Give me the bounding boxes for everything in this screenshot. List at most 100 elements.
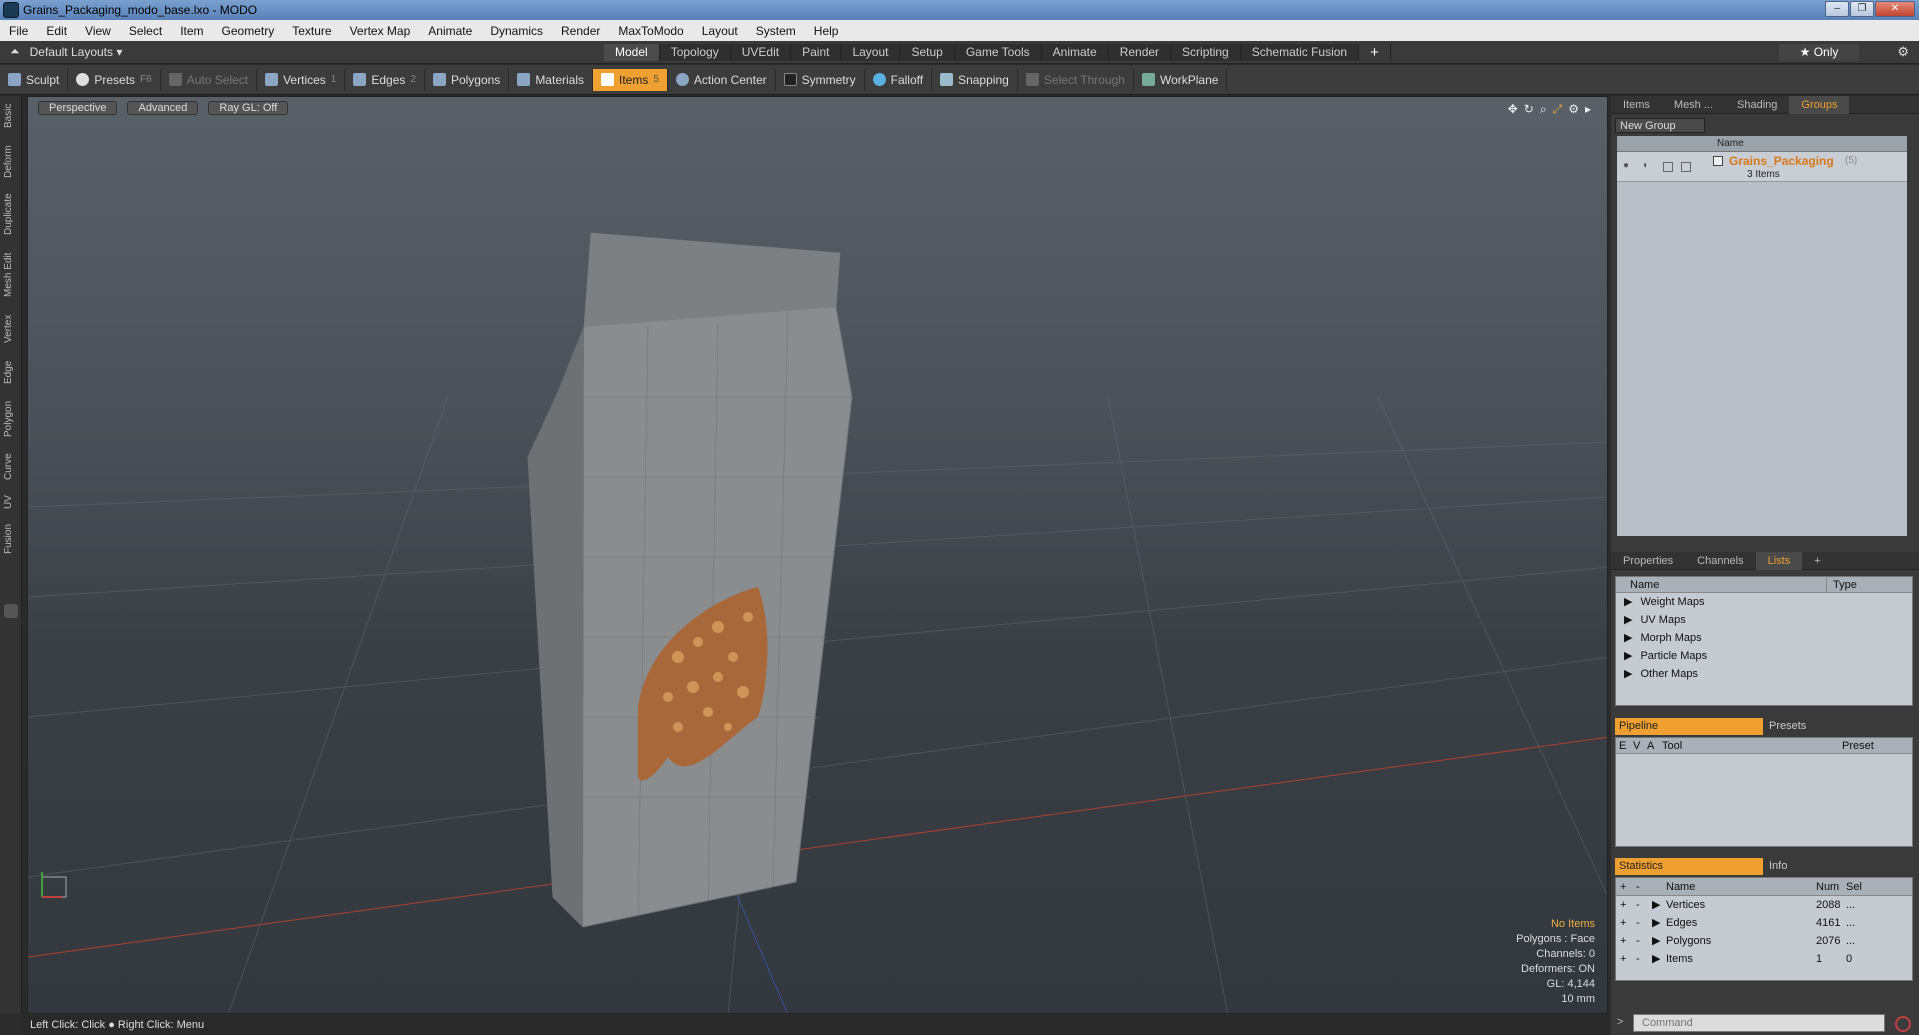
menu-select[interactable]: Select	[120, 24, 171, 38]
command-input[interactable]	[1633, 1014, 1885, 1032]
polygons-button[interactable]: Polygons	[425, 68, 510, 91]
remove-icon[interactable]: -	[1636, 932, 1652, 950]
expand-arrow-icon[interactable]: ▶	[1652, 914, 1666, 932]
tab-lists[interactable]: Lists	[1755, 551, 1803, 570]
menu-vertex-map[interactable]: Vertex Map	[341, 24, 420, 38]
tab-game-tools[interactable]: Game Tools	[954, 44, 1042, 61]
fit-view-icon[interactable]: ⤢	[1553, 102, 1563, 117]
group-row[interactable]: ● ◐ Grains_Packaging (5) 3 Items	[1617, 152, 1907, 182]
snapping-button[interactable]: Snapping	[932, 68, 1018, 91]
list-item-weight-maps[interactable]: ▶ Weight Maps	[1616, 593, 1912, 611]
add-icon[interactable]: +	[1620, 896, 1636, 914]
tab-layout[interactable]: Layout	[841, 44, 901, 61]
tab-topology[interactable]: Topology	[659, 44, 731, 61]
tab-model[interactable]: Model	[604, 44, 660, 61]
add-tab-icon[interactable]: +	[1359, 44, 1391, 61]
menu-layout[interactable]: Layout	[693, 24, 747, 38]
expand-toggle[interactable]	[4, 604, 18, 618]
tab-shading[interactable]: Shading	[1725, 96, 1789, 114]
tab-setup[interactable]: Setup	[900, 44, 955, 61]
tab-presets[interactable]: Presets	[1763, 718, 1913, 735]
select-through-button[interactable]: Select Through	[1018, 68, 1134, 91]
tab-properties[interactable]: Properties	[1611, 552, 1685, 570]
table-row[interactable]: + - ▶ Edges 4161...	[1616, 914, 1912, 932]
auto-select-button[interactable]: Auto Select	[161, 68, 258, 91]
expand-arrow-icon[interactable]: ▶	[1652, 932, 1666, 950]
rotate-view-icon[interactable]: ↻	[1524, 102, 1534, 117]
menu-geometry[interactable]: Geometry	[213, 24, 284, 38]
expand-arrow-icon[interactable]: ▶	[1652, 950, 1666, 968]
list-item-particle-maps[interactable]: ▶ Particle Maps	[1616, 647, 1912, 665]
presets-button[interactable]: Presets F6	[68, 68, 161, 91]
expand-arrow-icon[interactable]: ▶	[1652, 896, 1666, 914]
tab-paint[interactable]: Paint	[791, 44, 842, 61]
vtab-deform[interactable]: Deform	[3, 144, 19, 180]
vtab-mesh-edit[interactable]: Mesh Edit	[3, 250, 19, 300]
menu-item[interactable]: Item	[171, 24, 212, 38]
table-row[interactable]: + - ▶ Items 1 0	[1616, 950, 1912, 968]
falloff-button[interactable]: Falloff	[865, 68, 933, 91]
menu-help[interactable]: Help	[805, 24, 848, 38]
gear-icon[interactable]: ⚙	[1897, 44, 1909, 60]
menu-maxtomodo[interactable]: MaxToModo	[609, 24, 692, 38]
grains-package-model[interactable]	[527, 232, 853, 928]
remove-icon[interactable]: -	[1636, 950, 1652, 968]
tab-items[interactable]: Items	[1611, 96, 1662, 114]
add-icon[interactable]: +	[1620, 932, 1636, 950]
viewport-gear-icon[interactable]: ⚙	[1568, 102, 1579, 117]
minimize-button[interactable]: –	[1825, 1, 1849, 17]
list-item-other-maps[interactable]: ▶ Other Maps	[1616, 665, 1912, 683]
menu-texture[interactable]: Texture	[283, 24, 340, 38]
tab-statistics[interactable]: Statistics	[1615, 858, 1763, 875]
table-row[interactable]: + - ▶ Polygons 2076...	[1616, 932, 1912, 950]
vertices-button[interactable]: Vertices 1	[257, 68, 346, 91]
vtab-uv[interactable]: UV	[3, 492, 19, 512]
zoom-view-icon[interactable]: ⌕	[1540, 102, 1547, 117]
render-toggle-icon[interactable]: ◐	[1643, 160, 1649, 171]
tab-pipeline[interactable]: Pipeline	[1615, 718, 1763, 735]
vtab-fusion[interactable]: Fusion	[3, 522, 19, 556]
menu-animate[interactable]: Animate	[419, 24, 481, 38]
record-icon[interactable]	[1895, 1016, 1911, 1032]
new-group-button[interactable]: New Group	[1615, 118, 1705, 133]
table-row[interactable]: + - ▶ Vertices 2088...	[1616, 896, 1912, 914]
tab-uvedit[interactable]: UVEdit	[730, 44, 792, 61]
remove-icon[interactable]: -	[1636, 914, 1652, 932]
add-icon[interactable]: +	[1620, 950, 1636, 968]
maximize-button[interactable]: ❐	[1850, 1, 1874, 17]
only-button[interactable]: ★ Only	[1779, 44, 1859, 61]
vtab-duplicate[interactable]: Duplicate	[3, 190, 19, 238]
tab-groups[interactable]: Groups	[1789, 95, 1850, 114]
viewport-menu-arrow-icon[interactable]: ▸	[1585, 102, 1591, 117]
menu-file[interactable]: File	[0, 24, 37, 38]
tab-mesh[interactable]: Mesh ...	[1662, 96, 1725, 114]
tab-render[interactable]: Render	[1108, 44, 1172, 61]
visibility-eye-icon[interactable]: ●	[1623, 160, 1629, 171]
tab-animate[interactable]: Animate	[1041, 44, 1109, 61]
tab-channels[interactable]: Channels	[1685, 552, 1755, 570]
select-toggle-icon[interactable]	[1681, 162, 1691, 172]
tab-scripting[interactable]: Scripting	[1171, 44, 1241, 61]
vtab-polygon[interactable]: Polygon	[3, 398, 19, 440]
lock-toggle-icon[interactable]	[1663, 162, 1673, 172]
menu-render[interactable]: Render	[552, 24, 609, 38]
remove-icon[interactable]: -	[1636, 896, 1652, 914]
vtab-edge[interactable]: Edge	[3, 358, 19, 386]
action-center-button[interactable]: Action Center	[668, 68, 776, 91]
menu-dynamics[interactable]: Dynamics	[481, 24, 552, 38]
symmetry-button[interactable]: Symmetry	[776, 68, 865, 91]
menu-view[interactable]: View	[76, 24, 120, 38]
vtab-basic[interactable]: Basic	[3, 102, 19, 130]
tab-schematic-fusion[interactable]: Schematic Fusion	[1240, 44, 1360, 61]
move-view-icon[interactable]: ✥	[1508, 102, 1518, 117]
workplane-button[interactable]: WorkPlane	[1134, 68, 1228, 91]
add-props-tab-icon[interactable]: +	[1802, 552, 1832, 570]
materials-button[interactable]: Materials	[509, 68, 593, 91]
sculpt-button[interactable]: Sculpt	[0, 68, 69, 91]
vtab-vertex[interactable]: Vertex	[3, 312, 19, 346]
list-item-uv-maps[interactable]: ▶ UV Maps	[1616, 611, 1912, 629]
raygl-button[interactable]: Ray GL: Off	[208, 101, 289, 115]
view-type-button[interactable]: Perspective	[38, 101, 118, 115]
vtab-curve[interactable]: Curve	[3, 452, 19, 482]
edges-button[interactable]: Edges 2	[345, 68, 425, 91]
